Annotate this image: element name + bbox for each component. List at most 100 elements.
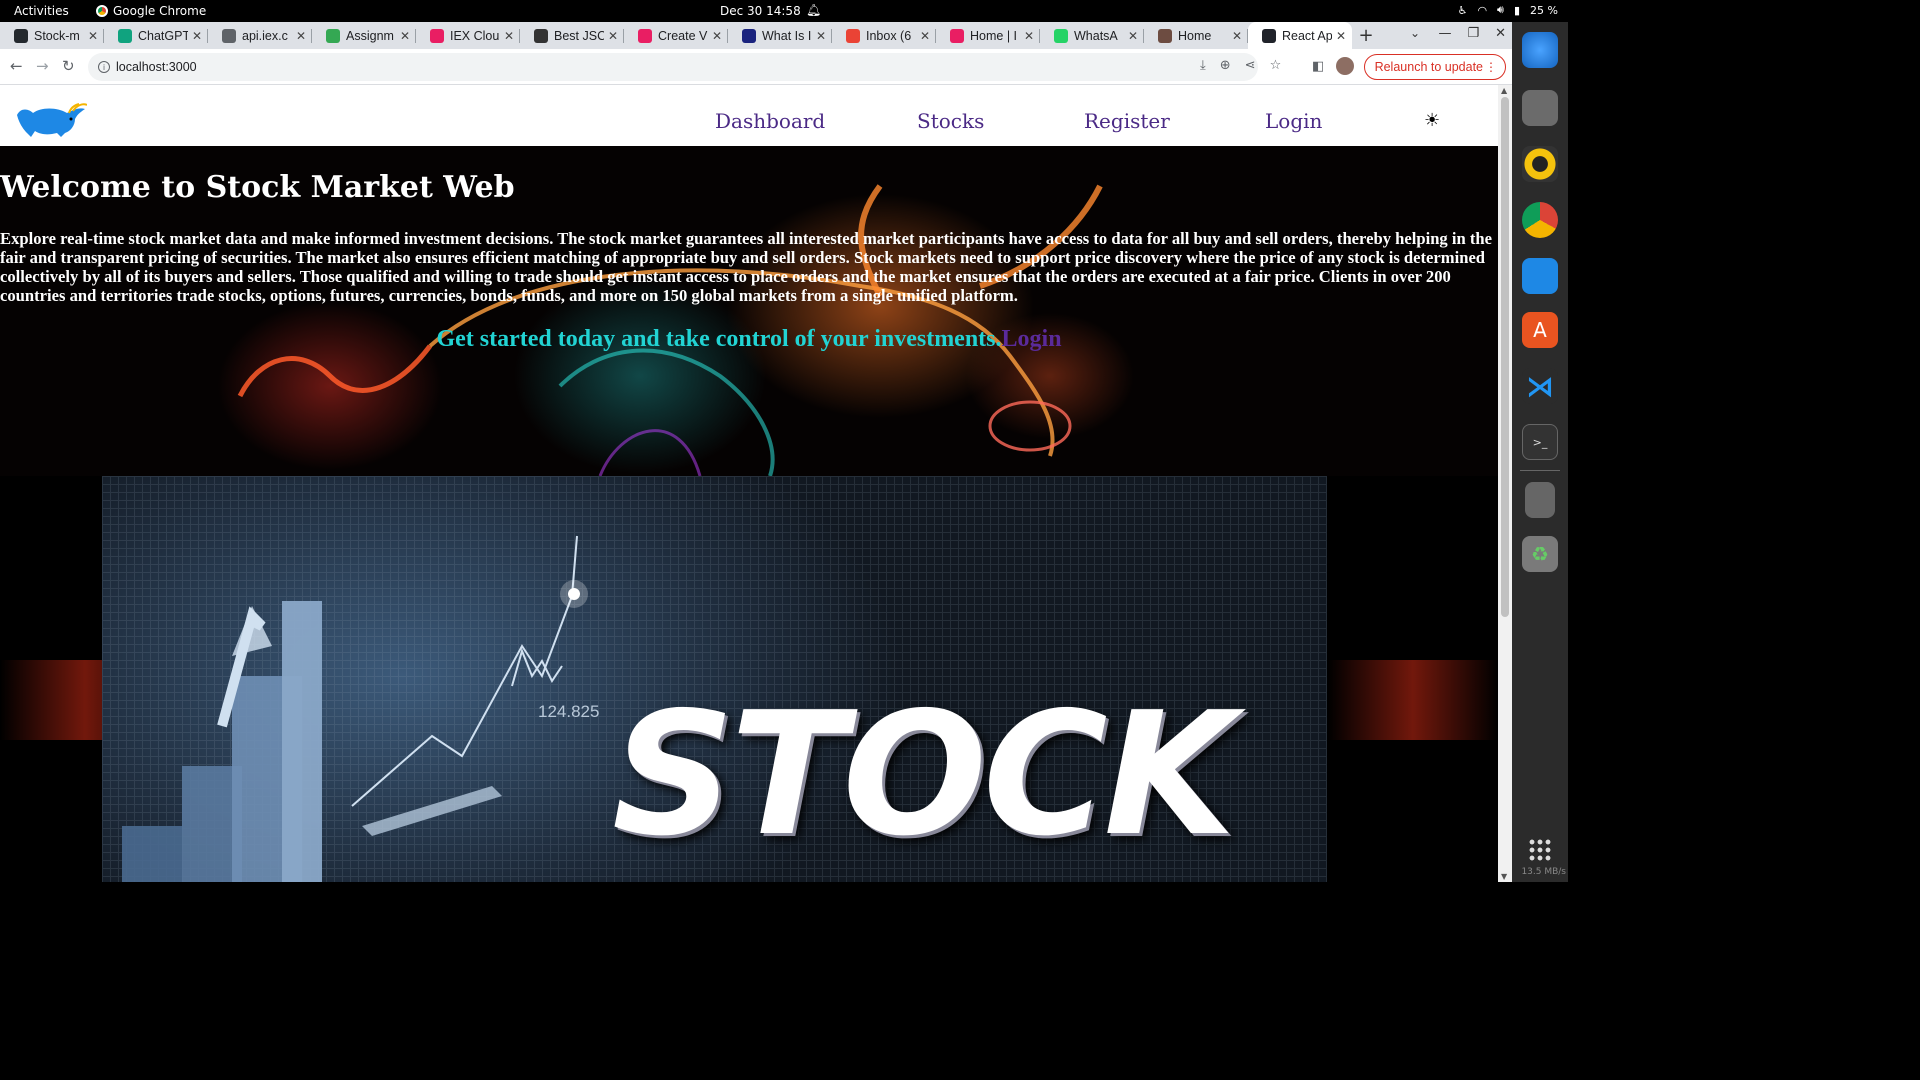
scrollbar-thumb[interactable] <box>1501 97 1509 617</box>
app-menu[interactable]: Google Chrome <box>96 4 206 18</box>
tab-search-chevron-icon[interactable]: ⌄ <box>1410 26 1420 40</box>
page-scrollbar[interactable]: ▲ ▼ <box>1498 85 1512 882</box>
iex-icon <box>950 28 964 43</box>
theme-toggle-sun-icon[interactable]: ☀ <box>1424 110 1440 131</box>
new-tab-button[interactable]: + <box>1352 22 1380 49</box>
volume-icon: 🔊︎ <box>1497 3 1504 16</box>
globe-icon <box>222 28 236 43</box>
github-icon <box>14 28 28 43</box>
notification-bell-icon: 🔔︎ <box>806 3 822 17</box>
zoom-icon[interactable]: ⊕ <box>1220 58 1231 73</box>
bull-logo-icon[interactable] <box>13 101 87 141</box>
browser-tab[interactable]: Home ✕ <box>1144 22 1248 49</box>
close-tab-icon[interactable]: ✕ <box>1024 29 1034 43</box>
nav-stocks[interactable]: Stocks <box>917 109 984 133</box>
side-panel-icon[interactable]: ◧ <box>1312 59 1324 74</box>
share-icon[interactable]: ⋖ <box>1245 58 1256 73</box>
system-top-bar: Activities Google Chrome Dec 30 14:58 🔔︎… <box>0 0 1568 22</box>
tab-strip: Stock-m ✕ ChatGPT ✕ api.iex.c ✕ Assignm ✕ IEX Cl… <box>0 22 1512 49</box>
memory-indicator: 13.5 MB/s <box>1521 867 1566 877</box>
browser-tab[interactable]: Stock-m ✕ <box>0 22 104 49</box>
cta-login-link[interactable]: Login <box>1002 326 1062 352</box>
whatsapp-icon <box>1054 28 1068 43</box>
browser-tab[interactable]: React Ap ✕ <box>1248 22 1352 49</box>
browser-tab[interactable]: Home | I ✕ <box>936 22 1040 49</box>
show-apps-icon[interactable] <box>1528 838 1552 862</box>
toolbar-actions: ◧ <box>1312 57 1355 75</box>
close-tab-icon[interactable]: ✕ <box>88 29 98 43</box>
browser-tab[interactable]: What Is I ✕ <box>728 22 832 49</box>
removable-drive-icon[interactable] <box>1525 482 1555 518</box>
battery-icon: ▮ <box>1513 3 1521 17</box>
close-tab-icon[interactable]: ✕ <box>1128 29 1138 43</box>
scroll-up-icon[interactable]: ▲ <box>1501 86 1507 95</box>
clock[interactable]: Dec 30 14:58 <box>720 4 801 18</box>
gmail-icon <box>846 28 860 43</box>
browser-tab[interactable]: Inbox (6 ✕ <box>832 22 936 49</box>
browser-tab[interactable]: Create V ✕ <box>624 22 728 49</box>
tab-label: api.iex.c <box>242 28 288 43</box>
tab-label: Inbox (6 <box>866 28 912 43</box>
browser-tab[interactable]: ChatGPT ✕ <box>104 22 208 49</box>
investopedia-icon <box>742 28 756 43</box>
menu-dots-icon[interactable]: ⋮ <box>1485 60 1497 74</box>
tab-label: What Is I <box>762 28 812 43</box>
activities-button[interactable]: Activities <box>14 4 69 18</box>
reload-icon[interactable]: ↻ <box>62 57 75 75</box>
bookmark-star-icon[interactable]: ☆ <box>1270 58 1282 73</box>
app-center-icon[interactable]: A <box>1522 312 1558 348</box>
profile-avatar[interactable] <box>1336 57 1355 75</box>
ubuntu-dock: A ⋊ >_ ♻ 13.5 MB/s <box>1512 22 1568 882</box>
close-tab-icon[interactable]: ✕ <box>1232 29 1242 43</box>
tab-label: Home | I <box>970 28 1018 43</box>
close-tab-icon[interactable]: ✕ <box>400 29 410 43</box>
close-tab-icon[interactable]: ✕ <box>296 29 306 43</box>
close-tab-icon[interactable]: ✕ <box>608 29 618 43</box>
nav-register[interactable]: Register <box>1084 109 1170 133</box>
relaunch-button[interactable]: Relaunch to update ⋮ <box>1363 54 1506 80</box>
accessibility-icon: ♿︎ <box>1457 3 1468 17</box>
browser-tab[interactable]: api.iex.c ✕ <box>208 22 312 49</box>
install-app-icon[interactable]: ⤓ <box>1200 58 1206 73</box>
site-info-icon[interactable]: i <box>98 61 110 73</box>
assignment-icon <box>326 28 340 43</box>
close-tab-icon[interactable]: ✕ <box>504 29 514 43</box>
address-bar[interactable]: i localhost:3000 <box>88 53 1258 81</box>
close-tab-icon[interactable]: ✕ <box>712 29 722 43</box>
wifi-icon: ◠ <box>1477 3 1488 17</box>
browser-tab[interactable]: WhatsA ✕ <box>1040 22 1144 49</box>
minimize-icon[interactable]: — <box>1438 26 1451 41</box>
stock-word: STOCK <box>612 676 1235 874</box>
files-icon[interactable] <box>1522 90 1558 126</box>
battery-percent: 25 % <box>1530 3 1558 17</box>
close-tab-icon[interactable]: ✕ <box>816 29 826 43</box>
toolbar: ← → ↻ i localhost:3000 ⤓ ⊕ ⋖ ☆ ◧ Relaunc… <box>0 49 1512 85</box>
system-tray[interactable]: ♿︎ ◠ 🔊︎ ▮ 25 % <box>1458 3 1558 17</box>
close-tab-icon[interactable]: ✕ <box>192 29 202 43</box>
close-tab-icon[interactable]: ✕ <box>920 29 930 43</box>
rhythmbox-icon[interactable] <box>1522 146 1558 182</box>
relaunch-label: Relaunch to update <box>1374 60 1483 74</box>
tab-label: React Ap <box>1282 28 1332 43</box>
vscode-icon[interactable]: ⋊ <box>1522 368 1558 404</box>
restore-icon[interactable]: ❐ <box>1467 26 1479 41</box>
close-window-icon[interactable]: ✕ <box>1495 26 1506 41</box>
thunderbird-icon[interactable] <box>1522 32 1558 68</box>
close-tab-icon[interactable]: ✕ <box>1336 29 1346 43</box>
tab-label: IEX Clou <box>450 28 500 43</box>
forward-icon[interactable]: → <box>36 57 49 75</box>
browser-tab[interactable]: Best JSC ✕ <box>520 22 624 49</box>
terminal-icon[interactable]: >_ <box>1522 424 1558 460</box>
browser-tab[interactable]: Assignm ✕ <box>312 22 416 49</box>
tab-label: Stock-m <box>34 28 80 43</box>
nav-login[interactable]: Login <box>1265 109 1322 133</box>
nav-dashboard[interactable]: Dashboard <box>715 109 825 133</box>
back-icon[interactable]: ← <box>10 57 23 75</box>
react-icon <box>1262 28 1276 43</box>
scroll-down-icon[interactable]: ▼ <box>1501 872 1507 881</box>
browser-tab[interactable]: IEX Clou ✕ <box>416 22 520 49</box>
cta-line: Get started today and take control of yo… <box>0 326 1498 353</box>
writer-icon[interactable] <box>1522 258 1558 294</box>
trash-icon[interactable]: ♻ <box>1522 536 1558 572</box>
chrome-dock-icon[interactable] <box>1522 202 1558 238</box>
